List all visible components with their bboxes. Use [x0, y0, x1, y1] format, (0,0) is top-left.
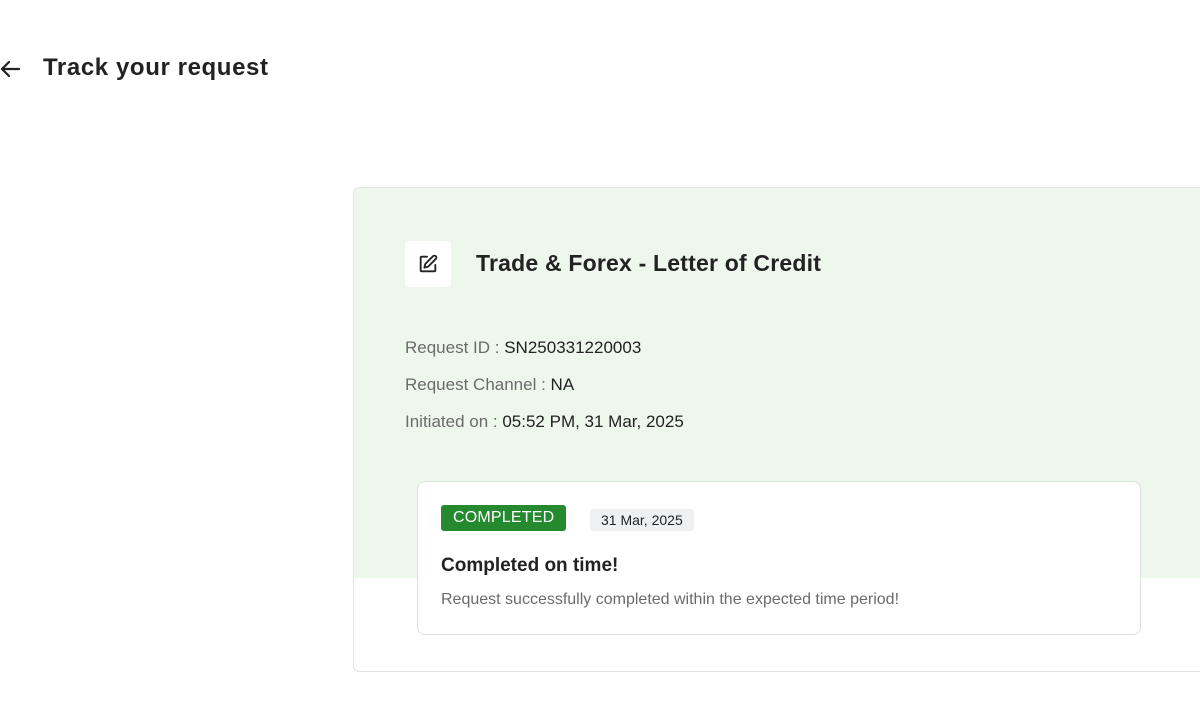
initiated-on-row: Initiated on : 05:52 PM, 31 Mar, 2025 [405, 411, 684, 433]
request-title: Trade & Forex - Letter of Credit [476, 250, 822, 276]
status-description: Request successfully completed within th… [441, 591, 900, 608]
status-card: COMPLETED 31 Mar, 2025 Completed on time… [417, 481, 1141, 635]
status-title: Completed on time! [441, 555, 619, 576]
edit-icon [419, 254, 438, 273]
page-title: Track your request [43, 54, 269, 81]
status-date-chip: 31 Mar, 2025 [590, 509, 694, 531]
request-id-label: Request ID : [405, 338, 505, 357]
request-type-icon-box [405, 241, 451, 287]
arrow-left-icon [0, 60, 21, 78]
request-channel-label: Request Channel : [405, 375, 551, 394]
request-id-row: Request ID : SN250331220003 [405, 337, 641, 359]
track-request-page: Track your request Trade & Forex - Lette… [0, 0, 1200, 727]
initiated-on-label: Initiated on : [405, 412, 503, 431]
request-channel-row: Request Channel : NA [405, 374, 574, 396]
status-badge: COMPLETED [441, 505, 567, 531]
request-card: Trade & Forex - Letter of Credit Request… [353, 187, 1200, 672]
request-id-value: SN250331220003 [504, 338, 642, 357]
back-button[interactable] [0, 55, 24, 83]
request-channel-value: NA [550, 375, 575, 394]
initiated-on-value: 05:52 PM, 31 Mar, 2025 [502, 412, 684, 431]
